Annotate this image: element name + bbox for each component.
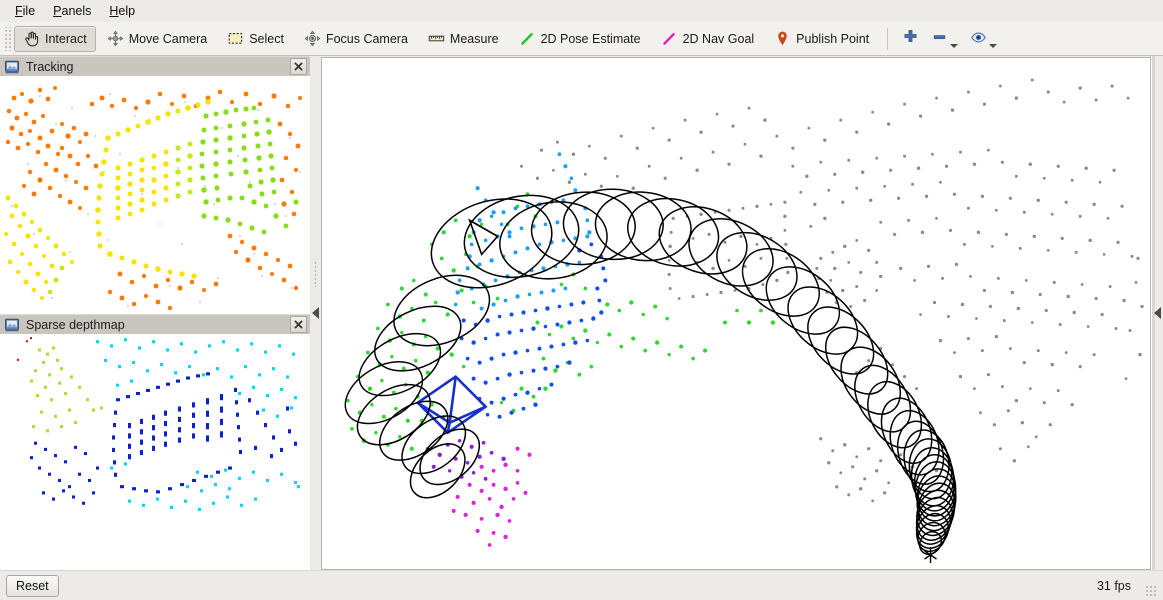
menu-panels[interactable]: Panels [44,1,100,21]
fps-indicator: 31 fps [1096,578,1131,593]
tool-measure[interactable]: Measure [419,26,508,52]
tool-focus-camera-label: Focus Camera [325,31,408,46]
toolbar-drag-handle[interactable] [3,26,11,51]
tool-move-camera-label: Move Camera [128,31,208,46]
plus-icon [902,28,919,50]
close-icon [294,320,303,329]
tool-bar: Interact Move Camera Select Focus Camera… [0,22,1163,56]
image-panel-icon [5,318,19,332]
panel-sparse-depthmap-close-button[interactable] [290,316,307,333]
window-resize-grip[interactable] [1145,585,1158,598]
3d-render-view[interactable] [321,57,1150,570]
tool-2d-nav-goal[interactable]: 2D Nav Goal [652,26,764,52]
collapse-left-arrow-icon[interactable] [312,307,319,319]
tool-measure-label: Measure [449,31,499,46]
eye-icon [970,29,987,51]
panel-tracking-title: Tracking [26,59,74,74]
left-dock: Tracking Sparse depthmap [0,56,310,570]
sparse-depthmap-view[interactable] [0,334,310,570]
focus-camera-icon [304,30,321,47]
main-body: Tracking Sparse depthmap [0,56,1163,570]
splitter-grip [314,261,317,287]
tool-2d-pose-estimate[interactable]: 2D Pose Estimate [510,26,650,52]
tool-publish-point-label: Publish Point [796,31,870,46]
tool-focus-camera[interactable]: Focus Camera [295,26,417,52]
ruler-icon [428,30,445,47]
chevron-down-icon[interactable] [989,43,998,48]
slam-point-cloud [322,58,1150,569]
tool-publish-point[interactable]: Publish Point [765,26,878,52]
image-panel-icon [5,60,19,74]
hand-cursor-icon [23,30,40,47]
depthmap-pointcloud [0,334,310,570]
panel-tracking-titlebar[interactable]: Tracking [0,56,310,76]
add-tool-button[interactable] [898,26,923,52]
tool-interact[interactable]: Interact [14,25,96,52]
panel-sparse-depthmap-titlebar[interactable]: Sparse depthmap [0,314,310,334]
panel-sparse-depthmap: Sparse depthmap [0,314,310,570]
close-icon [294,62,303,71]
minus-icon [931,29,948,51]
menu-help[interactable]: Help [100,1,144,21]
select-rect-icon [227,30,244,47]
tool-2d-pose-estimate-label: 2D Pose Estimate [540,31,641,46]
magenta-arrow-icon [661,30,678,47]
tracking-pointcloud [0,76,310,314]
toolbar-separator [887,27,889,50]
menu-file[interactable]: File [6,1,44,21]
move-camera-icon [107,30,124,47]
rviz-window: File Panels Help Interact Move Camera Se… [0,0,1163,600]
tool-2d-nav-goal-label: 2D Nav Goal [682,31,755,46]
right-dock-splitter[interactable] [1150,56,1163,570]
tool-select-label: Select [249,31,284,46]
visibility-button[interactable] [966,26,1001,52]
chevron-down-icon[interactable] [950,43,959,48]
tool-move-camera[interactable]: Move Camera [98,26,217,52]
tool-select[interactable]: Select [218,26,293,52]
left-dock-splitter[interactable] [310,56,321,570]
viewport-container [321,56,1150,570]
map-pin-icon [774,30,791,47]
green-arrow-icon [519,30,536,47]
panel-tracking: Tracking [0,56,310,314]
menu-bar: File Panels Help [0,0,1163,22]
reset-button[interactable]: Reset [6,574,59,597]
status-bar: Reset 31 fps [0,570,1163,600]
remove-tool-button[interactable] [927,26,962,52]
panel-tracking-close-button[interactable] [290,58,307,75]
panel-sparse-depthmap-title: Sparse depthmap [26,317,125,332]
tool-interact-label: Interact [45,31,87,46]
collapse-left-arrow-icon[interactable] [1153,307,1161,319]
tracking-view[interactable] [0,76,310,314]
